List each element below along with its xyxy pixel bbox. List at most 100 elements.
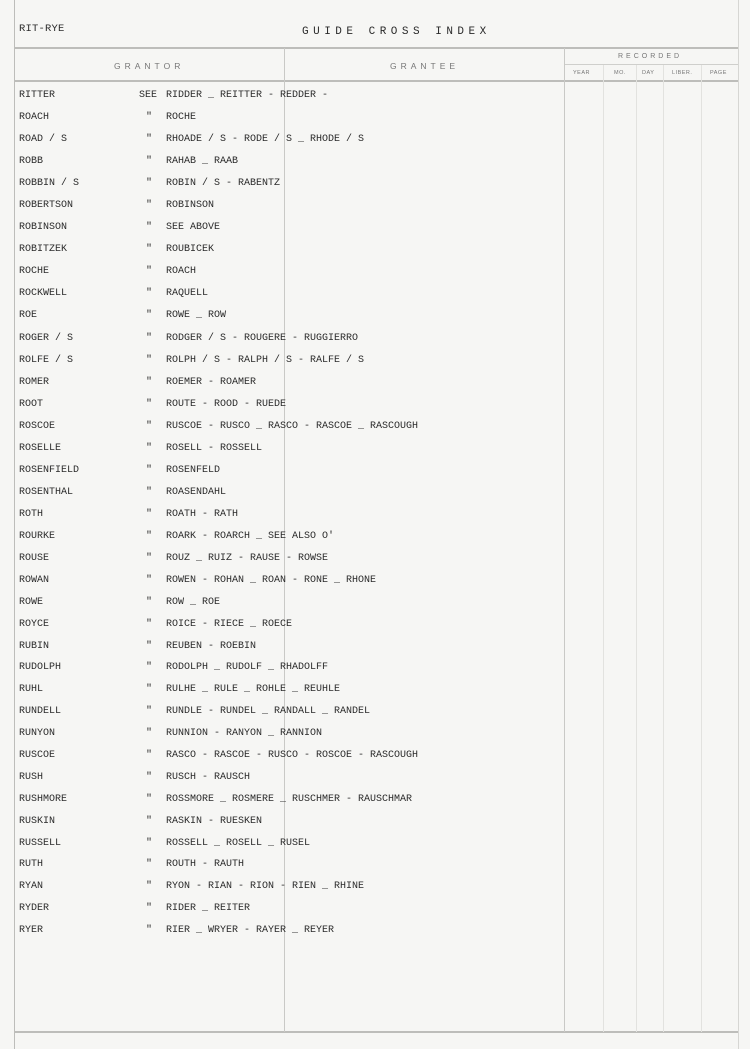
ditto-mark: " [146,156,153,167]
ditto-mark: " [146,443,153,454]
liber-column-header: LIBER. [672,70,693,76]
ditto-mark: " [146,619,153,630]
grantor-name: ROBB [19,156,44,167]
grantor-name: RUSCOE [19,750,56,761]
entry-row: ROBINSON " SEE ABOVE [0,222,560,244]
grantee-variants: ROACH [166,266,197,277]
index-range-label: RIT-RYE [19,23,65,35]
ditto-mark: " [146,266,153,277]
grantee-variants: ROCHE [166,112,197,123]
grantee-variants: ROASENDAHL [166,487,227,498]
entry-row: ROBERTSON " ROBINSON [0,200,560,222]
grantor-name: ROOT [19,399,44,410]
grantor-name: ROSENFIELD [19,465,80,476]
entry-row: ROACH " ROCHE [0,112,560,134]
ditto-mark: " [146,553,153,564]
entry-row: RUSCOE " RASCO - RASCOE - RUSCO - ROSCOE -… [0,750,560,772]
grantee-variants: ROBIN / S - RABENTZ [166,178,281,189]
entry-row: RUSH " RUSCH - RAUSCH [0,772,560,794]
grantee-variants: RUSCH - RAUSCH [166,772,251,783]
grantor-column-header: GRANTOR [114,61,185,71]
year-column-header: YEAR [573,70,590,76]
grantor-name: ROSENTHAL [19,487,74,498]
ditto-mark: " [146,421,153,432]
entry-row: ROMER " ROEMER - ROAMER [0,377,560,399]
grantor-name: ROBERTSON [19,200,74,211]
entry-row: RYAN " RYON - RIAN - RION - RIEN _ RHINE [0,881,560,903]
entry-row: ROBB " RAHAB _ RAAB [0,156,560,178]
ditto-mark: " [146,903,153,914]
entry-row: ROYCE " ROICE - RIECE _ ROECE [0,619,560,641]
grantee-variants: RUSCOE - RUSCO _ RASCO - RASCOE _ RASCOU… [166,421,419,432]
grantee-variants: ROUZ _ RUIZ - RAUSE - ROWSE [166,553,329,564]
header-bottom-rule [14,80,738,82]
ditto-mark: " [146,310,153,321]
entry-row: ROWE " ROW _ ROE [0,597,560,619]
grantee-variants: ROWEN - ROHAN _ ROAN - RONE _ RHONE [166,575,377,586]
ditto-mark: " [146,641,153,652]
entry-row: RUNDELL " RUNDLE - RUNDEL _ RANDALL _ RAND… [0,706,560,728]
ditto-mark: " [146,816,153,827]
grantee-variants: RASKIN - RUESKEN [166,816,263,827]
grantee-variants: RIER _ WRYER - RAYER _ REYER [166,925,335,936]
entry-row: ROAD / S " RHOADE / S - RODE / S _ RHODE /… [0,134,560,156]
ditto-mark: " [146,662,153,673]
ditto-mark: " [146,684,153,695]
grantee-variants: RODGER / S - ROUGERE - RUGGIERRO [166,333,359,344]
grantee-variants: ROSSMORE _ ROSMERE _ RUSCHMER - RAUSCHMA… [166,794,413,805]
grantor-name: ROLFE / S [19,355,74,366]
ditto-mark: " [146,597,153,608]
grantor-name: RUTH [19,859,44,870]
ditto-mark: " [146,509,153,520]
grantor-name: RUSSELL [19,838,62,849]
grantor-name: ROBINSON [19,222,68,233]
grantor-name: ROWE [19,597,44,608]
ditto-mark: " [146,178,153,189]
grantor-name: ROAD / S [19,134,68,145]
ditto-mark: " [146,881,153,892]
entry-row: RUNYON " RUNNION - RANYON _ RANNION [0,728,560,750]
ditto-mark: " [146,399,153,410]
grantee-variants: ROW _ ROE [166,597,221,608]
grantee-variants: RUNNION - RANYON _ RANNION [166,728,323,739]
grantee-variants: ROWE _ ROW [166,310,227,321]
ditto-mark: " [146,838,153,849]
grantor-name: ROTH [19,509,44,520]
grantor-name: ROSCOE [19,421,56,432]
grantee-variants: ROUTE - ROOD - RUEDE [166,399,287,410]
grantor-name: RUNDELL [19,706,62,717]
footer-rule [14,1031,738,1033]
grantee-variants: ROUTH - RAUTH [166,859,245,870]
recorded-column-header: RECORDED [618,53,683,60]
ditto-mark: " [146,355,153,366]
grantor-name: ROCKWELL [19,288,68,299]
entry-row: ROSELLE " ROSELL - ROSSELL [0,443,560,465]
grantor-name: ROBITZEK [19,244,68,255]
ditto-mark: " [146,377,153,388]
grantee-recorded-divider [564,48,565,1032]
grantee-variants: RAQUELL [166,288,209,299]
grantor-name: ROUSE [19,553,50,564]
grantor-name: RYDER [19,903,50,914]
entry-row: RUDOLPH " RODOLPH _ RUDOLF _ RHADOLFF [0,662,560,684]
page-column-header: PAGE [710,70,727,76]
grantee-variants: ROLPH / S - RALPH / S - RALFE / S [166,355,365,366]
ditto-mark: " [146,288,153,299]
entry-row: ROBBIN / S " ROBIN / S - RABENTZ [0,178,560,200]
recorded-subheader-rule [565,64,738,65]
grantee-variants: RHOADE / S - RODE / S _ RHODE / S [166,134,365,145]
grantor-name: RITTER [19,90,56,101]
grantee-variants: ROATH - RATH [166,509,239,520]
right-margin-rule [738,0,739,1049]
grantor-name: ROSELLE [19,443,62,454]
grantor-name: ROBBIN / S [19,178,80,189]
entry-row: ROUSE " ROUZ _ RUIZ - RAUSE - ROWSE [0,553,560,575]
grantee-column-header: GRANTEE [390,61,460,71]
grantor-name: RUBIN [19,641,50,652]
entry-row: ROSCOE " RUSCOE - RUSCO _ RASCO - RASCOE _… [0,421,560,443]
ditto-mark: " [146,487,153,498]
entry-row: ROSENFIELD " ROSENFELD [0,465,560,487]
grantor-name: ROYCE [19,619,50,630]
grantee-variants: SEE ABOVE [166,222,221,233]
ditto-mark: " [146,925,153,936]
